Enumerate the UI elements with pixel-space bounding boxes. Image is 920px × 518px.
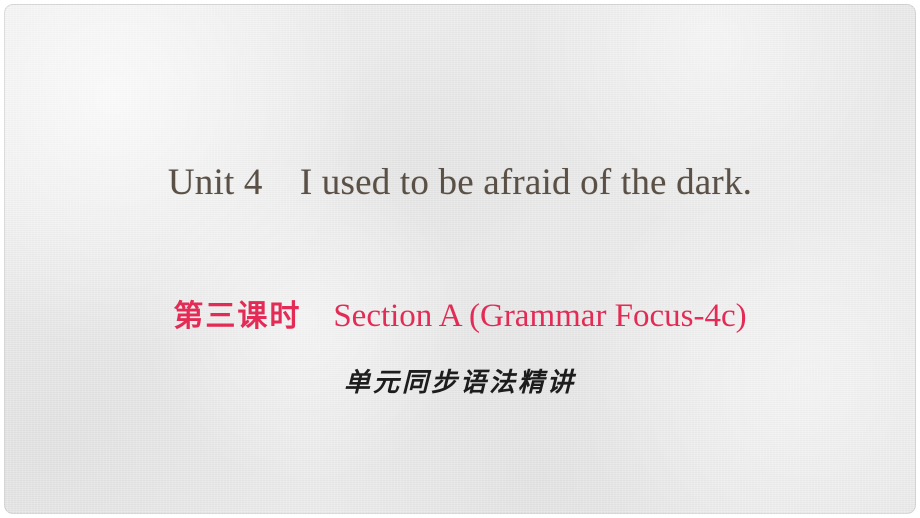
presentation-slide: Unit 4 I used to be afraid of the dark. … xyxy=(0,0,920,518)
section-heading-separator xyxy=(301,299,333,334)
subtitle: 单元同步语法精讲 xyxy=(343,368,576,398)
section-heading: 第三课时 Section A (Grammar Focus-4c) xyxy=(4,294,916,339)
section-title-label: Section A (Grammar Focus-4c) xyxy=(333,298,747,334)
slide-canvas: Unit 4 I used to be afraid of the dark. … xyxy=(4,4,916,514)
unit-title: Unit 4 I used to be afraid of the dark. xyxy=(167,162,753,203)
slide-content: Unit 4 I used to be afraid of the dark. … xyxy=(4,4,916,514)
lesson-number-label: 第三课时 xyxy=(173,299,302,334)
